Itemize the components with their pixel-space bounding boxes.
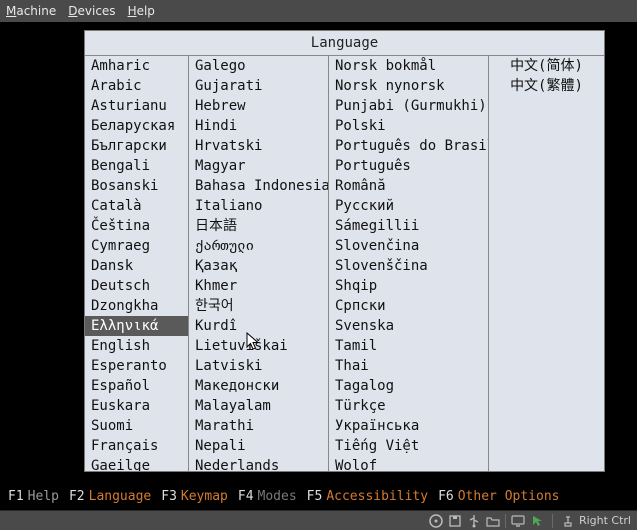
fkey-f5-accessibility[interactable]: F5Accessibility [307,489,428,504]
statusbar-device-icons [429,514,544,528]
language-option[interactable]: Slovenčina [329,236,488,256]
language-option[interactable]: English [85,336,188,356]
fkey-f1-help[interactable]: F1Help [8,489,59,504]
language-option[interactable]: Polski [329,116,488,136]
language-option[interactable]: Македонски [189,376,328,396]
language-option[interactable]: Nepali [189,436,328,456]
language-option[interactable]: Bahasa Indonesia [189,176,328,196]
language-option[interactable]: Српски [329,296,488,316]
language-option[interactable]: Қазақ [189,256,328,276]
language-option[interactable]: Thai [329,356,488,376]
language-option[interactable]: Hebrew [189,96,328,116]
fkey-f3-keymap[interactable]: F3Keymap [161,489,228,504]
language-option[interactable]: Français [85,436,188,456]
vm-statusbar: Right Ctrl [0,510,637,530]
language-option[interactable]: Kurdî [189,316,328,336]
language-option[interactable]: Dansk [85,256,188,276]
language-option[interactable]: Norsk nynorsk [329,76,488,96]
language-columns: AmharicArabicAsturianuБеларускаяБългарск… [85,55,604,471]
language-option[interactable]: Deutsch [85,276,188,296]
fkey-f4-modes[interactable]: F4Modes [238,489,297,504]
statusbar-separator [552,514,553,528]
language-option[interactable]: 中文(简体) [489,56,604,76]
fkey-f2-language[interactable]: F2Language [69,489,151,504]
disc-icon[interactable] [429,514,443,528]
language-option[interactable]: 日本語 [189,216,328,236]
language-option[interactable]: Norsk bokmål [329,56,488,76]
language-option[interactable]: Català [85,196,188,216]
language-option[interactable]: Amharic [85,56,188,76]
language-option[interactable]: 中文(繁體) [489,76,604,96]
language-option[interactable]: Português [329,156,488,176]
language-option[interactable]: Tamil [329,336,488,356]
language-dialog-title: Language [85,31,604,55]
language-option[interactable]: Türkçe [329,396,488,416]
folder-icon[interactable] [486,514,500,528]
language-option[interactable]: Tiếng Việt [329,436,488,456]
language-option[interactable]: Khmer [189,276,328,296]
language-option[interactable]: Esperanto [85,356,188,376]
host-key-label: Right Ctrl [579,514,631,527]
language-option[interactable]: Lietuviškai [189,336,328,356]
language-option[interactable]: Svenska [329,316,488,336]
language-option[interactable]: Cymraeg [85,236,188,256]
language-option[interactable]: Arabic [85,76,188,96]
language-option[interactable]: Marathi [189,416,328,436]
language-option[interactable]: Español [85,376,188,396]
fkey-hint-bar: F1Help F2Language F3Keymap F4Modes F5Acc… [0,489,637,504]
language-option[interactable]: Malayalam [189,396,328,416]
language-option[interactable]: Italiano [189,196,328,216]
statusbar-separator [505,514,506,528]
language-option[interactable]: Magyar [189,156,328,176]
menu-devices[interactable]: Devices [68,4,115,18]
language-option[interactable]: Asturianu [85,96,188,116]
language-option[interactable]: Sámegillii [329,216,488,236]
language-option[interactable]: Hindi [189,116,328,136]
language-option[interactable]: Gaeilge [85,456,188,471]
language-option[interactable]: Ελληνικά [85,316,188,336]
language-option[interactable]: Slovenščina [329,256,488,276]
language-option[interactable]: Punjabi (Gurmukhi) [329,96,488,116]
language-option[interactable]: Български [85,136,188,156]
language-option[interactable]: Wolof [329,456,488,471]
language-option[interactable]: Galego [189,56,328,76]
language-option[interactable]: Euskara [85,396,188,416]
language-option[interactable]: Dzongkha [85,296,188,316]
language-option[interactable]: Nederlands [189,456,328,471]
menu-help[interactable]: Help [128,4,155,18]
language-option[interactable]: Shqip [329,276,488,296]
vm-menubar: Machine Devices Help [0,0,637,22]
language-option[interactable]: Română [329,176,488,196]
usb-icon[interactable] [467,514,481,528]
language-option[interactable]: Українська [329,416,488,436]
floppy-icon[interactable] [448,514,462,528]
language-col-1: AmharicArabicAsturianuБеларускаяБългарск… [85,56,189,471]
language-option[interactable]: Suomi [85,416,188,436]
language-option[interactable]: 한국어 [189,296,328,316]
language-option[interactable]: Gujarati [189,76,328,96]
language-option[interactable]: ქართული [189,236,328,256]
language-option[interactable]: Русский [329,196,488,216]
language-col-2: GalegoGujaratiHebrewHindiHrvatskiMagyarB… [189,56,329,471]
vm-display: uter Language AmharicArabicAsturianuБела… [0,22,637,510]
language-col-4: 中文(简体)中文(繁體) [489,56,604,471]
display-icon[interactable] [511,514,525,528]
language-option[interactable]: Беларуская [85,116,188,136]
host-key-indicator[interactable]: Right Ctrl [561,514,631,528]
keyboard-icon [561,514,575,528]
language-selection-dialog: Language AmharicArabicAsturianuБеларуска… [84,30,605,472]
language-option[interactable]: Tagalog [329,376,488,396]
fkey-f6-other-options[interactable]: F6Other Options [438,489,559,504]
language-option[interactable]: Bengali [85,156,188,176]
language-option[interactable]: Latviski [189,356,328,376]
language-col-3: Norsk bokmålNorsk nynorskPunjabi (Gurmuk… [329,56,489,471]
language-option[interactable]: Čeština [85,216,188,236]
language-option[interactable]: Bosanski [85,176,188,196]
menu-machine[interactable]: Machine [6,4,56,18]
language-option[interactable]: Português do Brasil [329,136,488,156]
language-option[interactable]: Hrvatski [189,136,328,156]
mouse-capture-icon[interactable] [530,514,544,528]
